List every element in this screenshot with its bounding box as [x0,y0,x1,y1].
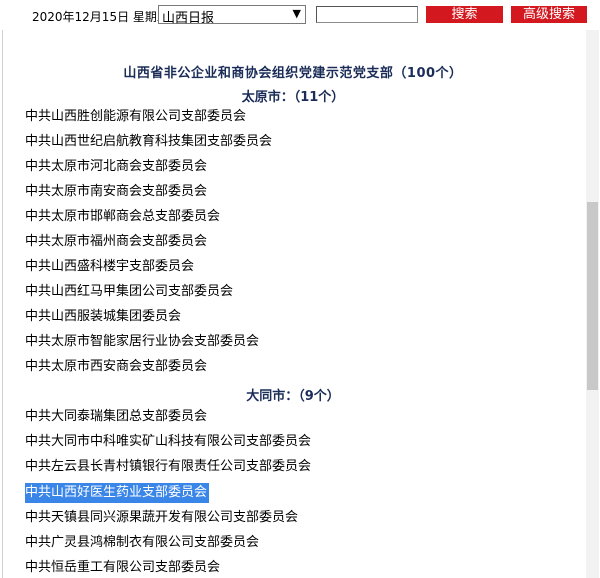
newspaper-select[interactable]: 山西日报 ▼ [158,5,306,26]
list-item: 中共太原市智能家居行业协会支部委员会 [25,334,260,349]
city-heading-taiyuan: 太原市：（11个） [241,90,345,105]
article-title: 山西省非公企业和商协会组织党建示范党支部（100个） [123,66,463,81]
top-bar: 2020年12月15日 星期二 山西日报 ▼ 搜索 高级搜索 [0,0,600,30]
scrollbar-thumb[interactable] [587,202,598,390]
list-item: 中共山西红马甲集团公司支部委员会 [25,284,234,299]
list-item: 中共山西盛科楼宇支部委员会 [25,259,195,274]
search-button[interactable]: 搜索 [426,6,503,23]
list-item: 中共太原市河北商会支部委员会 [25,159,208,174]
list-item: 中共大同市中科唯实矿山科技有限公司支部委员会 [25,434,312,449]
vertical-scrollbar[interactable] [586,30,599,578]
list-item: 中共山西服装城集团委员会 [25,309,182,324]
search-input[interactable] [316,6,418,23]
date-label: 2020年12月15日 星期二 [32,10,169,24]
chevron-down-icon[interactable]: ▼ [293,7,301,20]
list-item: 中共太原市西安商会支部委员会 [25,359,208,374]
list-item: 中共恒岳重工有限公司支部委员会 [25,560,221,575]
list-item: 中共山西世纪启航教育科技集团支部委员会 [25,134,273,149]
list-item: 中共太原市邯郸商会总支部委员会 [25,209,221,224]
list-item: 中共太原市福州商会支部委员会 [25,234,208,249]
advanced-search-button[interactable]: 高级搜索 [511,6,587,23]
list-item-selected: 中共山西好医生药业支部委员会 [25,483,210,503]
list-item: 中共山西胜创能源有限公司支部委员会 [25,109,247,124]
newspaper-select-value: 山西日报 [162,11,215,26]
list-item: 中共广灵县鸿棉制衣有限公司支部委员会 [25,535,260,550]
list-item: 中共左云县长青村镇银行有限责任公司支部委员会 [25,459,312,474]
article-frame: 山西省非公企业和商协会组织党建示范党支部（100个） 太原市：（11个） 中共山… [2,30,599,578]
list-item: 中共大同泰瑞集团总支部委员会 [25,409,208,424]
city-heading-datong: 大同市：（9个） [246,389,340,404]
list-item: 中共太原市南安商会支部委员会 [25,184,208,199]
list-item: 中共天镇县同兴源果蔬开发有限公司支部委员会 [25,510,299,525]
